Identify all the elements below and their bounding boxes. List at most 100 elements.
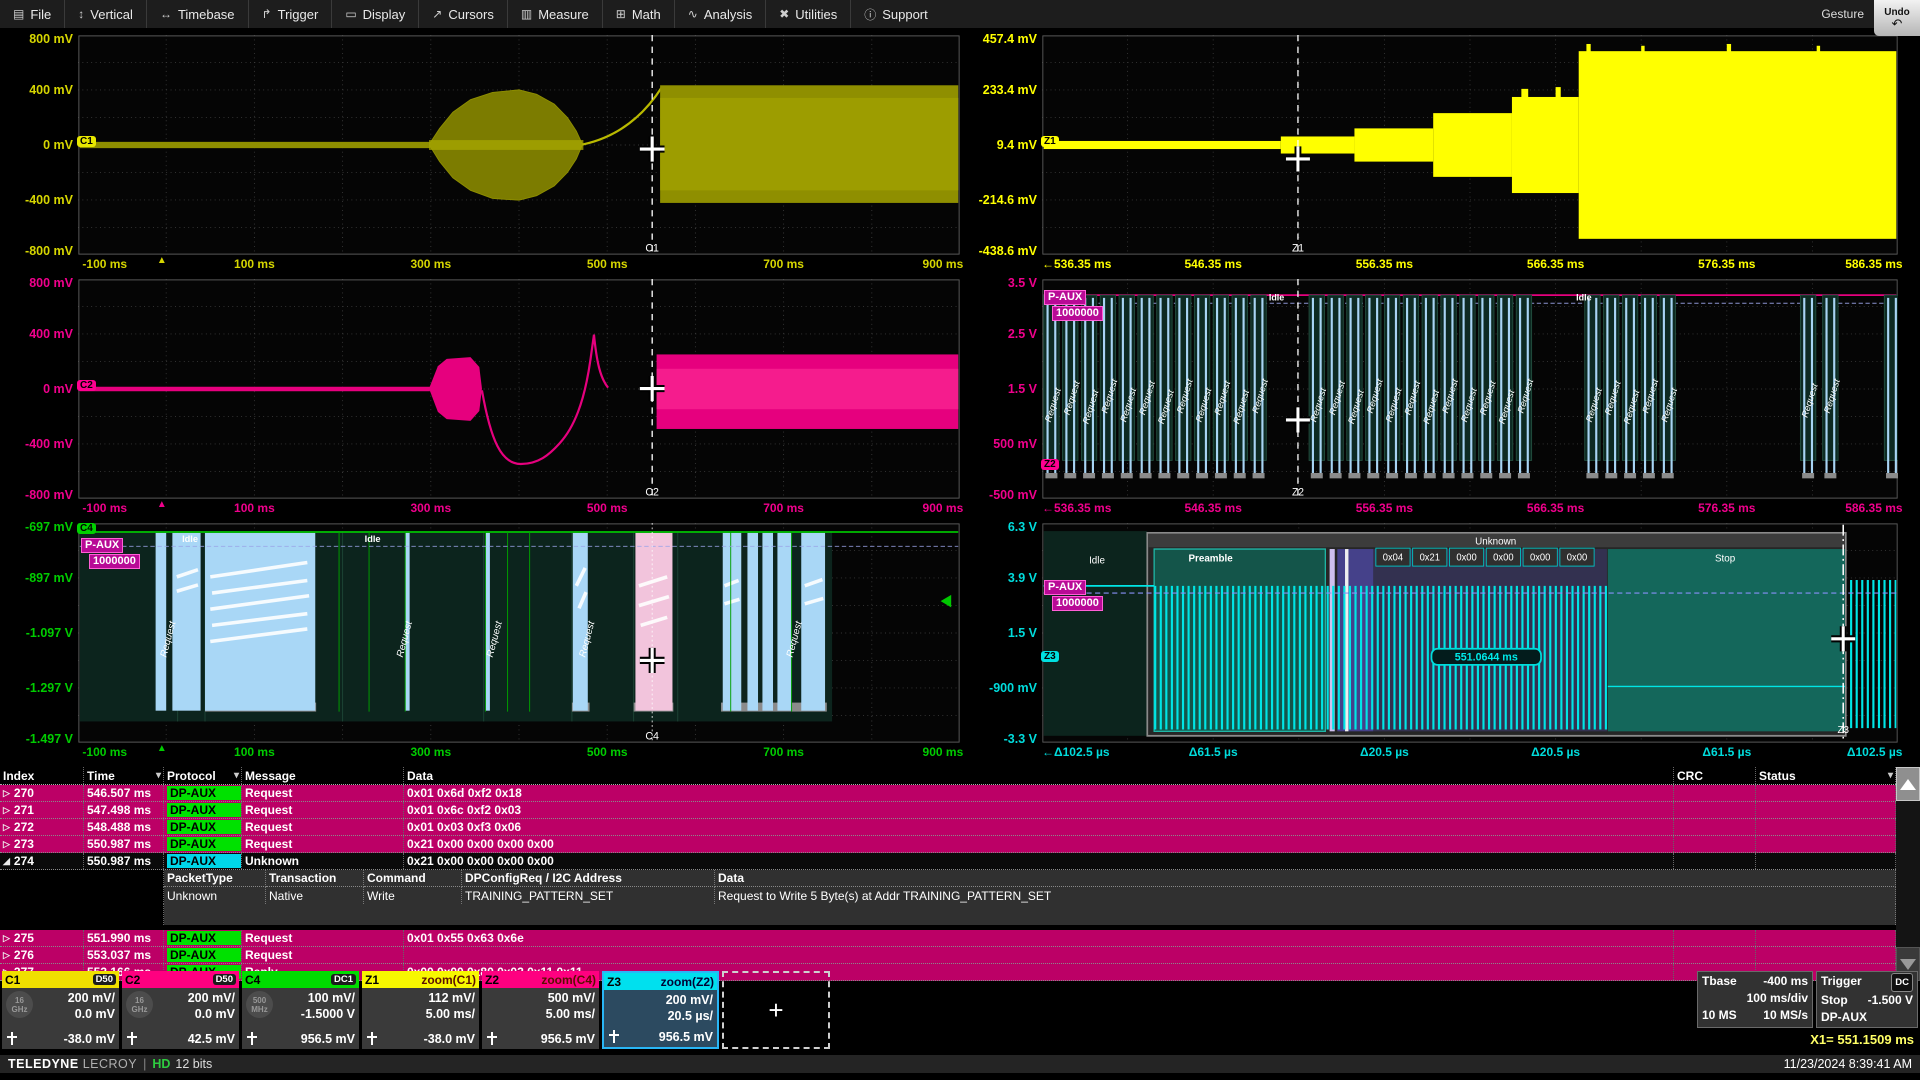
z2-plot[interactable]: Z2 P-AUX1000000 <box>1042 279 1898 499</box>
byte-value: 0x21 <box>1420 553 1440 564</box>
descriptor-c4[interactable]: C4DC1 500MHz 100 mV/-1.5000 V 956.5 mV <box>242 971 359 1049</box>
scroll-up-button[interactable] <box>1896 767 1920 801</box>
menu-label: Cursors <box>448 7 494 22</box>
collapse-icon[interactable]: ◢ <box>3 856 10 867</box>
column-header-message[interactable]: Message <box>242 767 404 784</box>
z2-waveform: Request Request Request Request Request … <box>1042 279 1898 499</box>
c4-bus-label: P-AUX1000000 <box>81 538 140 569</box>
menu-math[interactable]: ⊞Math <box>603 0 675 28</box>
c2-x-axis: -100 ms 100 ms 300 ms 500 ms 700 ms 900 … <box>78 499 960 518</box>
descriptor-c2[interactable]: C2D50 16GHz 200 mV/0.0 mV 42.5 mV <box>122 971 239 1049</box>
c4-channel-marker[interactable]: C4 <box>77 523 96 534</box>
trigger-position-icon: ▲ <box>157 255 167 266</box>
add-trace-button[interactable]: + <box>722 971 830 1049</box>
descriptor-z3-selected[interactable]: Z3zoom(Z2) 200 mV/20.5 µs/ 956.5 mV <box>602 971 719 1049</box>
filter-icon[interactable]: ▾ <box>234 770 241 781</box>
menu-vertical[interactable]: ↕Vertical <box>65 0 147 28</box>
table-row[interactable]: ▷275 551.990 ms DP-AUX Request 0x01 0x55… <box>0 930 1896 947</box>
cursor-x1-readout: X1= 551.1509 ms <box>1810 1029 1918 1047</box>
menu-label: Analysis <box>704 7 752 22</box>
menu-measure[interactable]: ▥Measure <box>508 0 603 28</box>
idle-label: Idle <box>365 534 381 544</box>
math-icon: ⊞ <box>616 7 626 21</box>
column-header-crc[interactable]: CRC <box>1674 767 1756 784</box>
expand-icon[interactable]: ▷ <box>3 950 10 961</box>
menu-label: Support <box>882 7 928 22</box>
bit-depth: 12 bits <box>175 1057 212 1071</box>
column-header-status[interactable]: Status▾ <box>1756 767 1896 784</box>
menu-cursors[interactable]: ↗Cursors <box>419 0 508 28</box>
trigger-box[interactable]: TriggerDC Stop-1.500 V DP-AUX <box>1816 971 1918 1028</box>
column-header-data[interactable]: Data <box>404 767 1674 784</box>
z1-channel-marker[interactable]: Z1 <box>1041 136 1059 147</box>
trace-name: Z3 <box>607 975 621 989</box>
axis-tick-label: -100 ms <box>82 257 127 271</box>
axis-tick-label: 556.35 ms <box>1356 257 1413 271</box>
z3-plot[interactable]: Z3 P-AUX1000000 Unknown <box>1042 523 1898 743</box>
byte-value: 0x04 <box>1383 553 1404 564</box>
c4-plot[interactable]: C4 P-AUX1000000 <box>78 523 960 743</box>
expand-icon[interactable]: ▷ <box>3 933 10 944</box>
filter-icon[interactable]: ▾ <box>1888 770 1895 781</box>
menu-support[interactable]: ⓘSupport <box>851 0 941 28</box>
arrow-down-icon <box>1900 959 1916 970</box>
axis-tick-label: 546.35 ms <box>1184 501 1241 515</box>
column-header-index[interactable]: Index <box>0 767 84 784</box>
z1-plot[interactable]: Z1 <box>1042 35 1898 255</box>
table-scrollbar[interactable] <box>1896 767 1920 981</box>
z2-channel-marker[interactable]: Z2 <box>1041 459 1059 470</box>
descriptor-z1[interactable]: Z1zoom(C1) 112 mV/5.00 ms/ -38.0 mV <box>362 971 479 1049</box>
trace-name: Z1 <box>365 973 379 987</box>
offset-cursor-icon <box>486 1032 497 1045</box>
descriptor-z2[interactable]: Z2zoom(C4) 500 mV/5.00 ms/ 956.5 mV <box>482 971 599 1049</box>
undo-button[interactable]: Undo ↶ <box>1874 0 1920 36</box>
expand-icon[interactable]: ▷ <box>3 822 10 833</box>
table-row[interactable]: ▷276 553.037 ms DP-AUX Request <box>0 947 1896 964</box>
offset-cursor-icon <box>366 1032 377 1045</box>
undo-arrow-icon: ↶ <box>1892 18 1903 29</box>
axis-tick-label: -214.6 mV <box>979 193 1037 207</box>
menu-file[interactable]: ▤File <box>0 0 65 28</box>
table-row[interactable]: ▷272 548.488 ms DP-AUX Request 0x01 0x03… <box>0 819 1896 836</box>
c2-plot[interactable]: C2 C <box>78 279 960 499</box>
c1-y-axis: 800 mV 400 mV 0 mV -400 mV -800 mV <box>0 35 78 255</box>
c4-waveform: Idle Idle Request Request Request Reques… <box>78 523 960 743</box>
menu-trigger[interactable]: ↱Trigger <box>249 0 333 28</box>
z3-channel-marker[interactable]: Z3 <box>1041 651 1059 662</box>
packet-detail-filler <box>0 904 1896 925</box>
column-header-protocol[interactable]: Protocol▾ <box>164 767 242 784</box>
timebase-box[interactable]: Tbase-400 ms 100 ms/div 10 MS10 MS/s <box>1697 971 1813 1028</box>
table-row[interactable]: ▷273 550.987 ms DP-AUX Request 0x21 0x00… <box>0 836 1896 853</box>
trace-name: C1 <box>5 973 20 987</box>
c1-plot[interactable]: C1 <box>78 35 960 255</box>
axis-tick-label: 546.35 ms <box>1184 257 1241 271</box>
axis-tick-label: 6.3 V <box>1008 520 1037 534</box>
axis-tick-label: 400 mV <box>29 327 73 341</box>
trace-descriptor-strip: C1D50 16GHz 200 mV/0.0 mV -38.0 mV C2D50… <box>0 969 1920 1055</box>
axis-tick-label: 576.35 ms <box>1698 257 1755 271</box>
expand-icon[interactable]: ▷ <box>3 788 10 799</box>
column-header-time[interactable]: Time▾ <box>84 767 164 784</box>
input-badge: D50 <box>93 974 116 985</box>
menu-timebase[interactable]: ↔Timebase <box>147 0 249 28</box>
menu-display[interactable]: ▭Display <box>332 0 419 28</box>
menu-analysis[interactable]: ∿Analysis <box>675 0 766 28</box>
axis-tick-label: -3.3 V <box>1004 732 1037 746</box>
unknown-label: Unknown <box>1475 536 1516 547</box>
waveform-grid: 800 mV 400 mV 0 mV -400 mV -800 mV C1 <box>0 29 1920 767</box>
table-row[interactable]: ▷270 546.507 ms DP-AUX Request 0x01 0x6d… <box>0 785 1896 802</box>
c2-channel-marker[interactable]: C2 <box>77 380 96 391</box>
expand-icon[interactable]: ▷ <box>3 805 10 816</box>
descriptor-c1[interactable]: C1D50 16GHz 200 mV/0.0 mV -38.0 mV <box>2 971 119 1049</box>
right-column: 457.4 mV 233.4 mV 9.4 mV -214.6 mV -438.… <box>960 35 1920 767</box>
table-row[interactable]: ▷271 547.498 ms DP-AUX Request 0x01 0x6c… <box>0 802 1896 819</box>
c1-channel-marker[interactable]: C1 <box>77 136 96 147</box>
z3-bus-label: P-AUX1000000 <box>1044 580 1103 611</box>
menu-utilities[interactable]: ✖Utilities <box>766 0 851 28</box>
table-row-selected[interactable]: ◢274 550.987 ms DP-AUX Unknown 0x21 0x00… <box>0 853 1896 870</box>
expand-icon[interactable]: ▷ <box>3 839 10 850</box>
filter-icon[interactable]: ▾ <box>156 770 163 781</box>
trace-name: Z2 <box>485 973 499 987</box>
axis-tick-label: ←536.35 ms <box>1042 257 1111 271</box>
offset-cursor-icon <box>126 1032 137 1045</box>
